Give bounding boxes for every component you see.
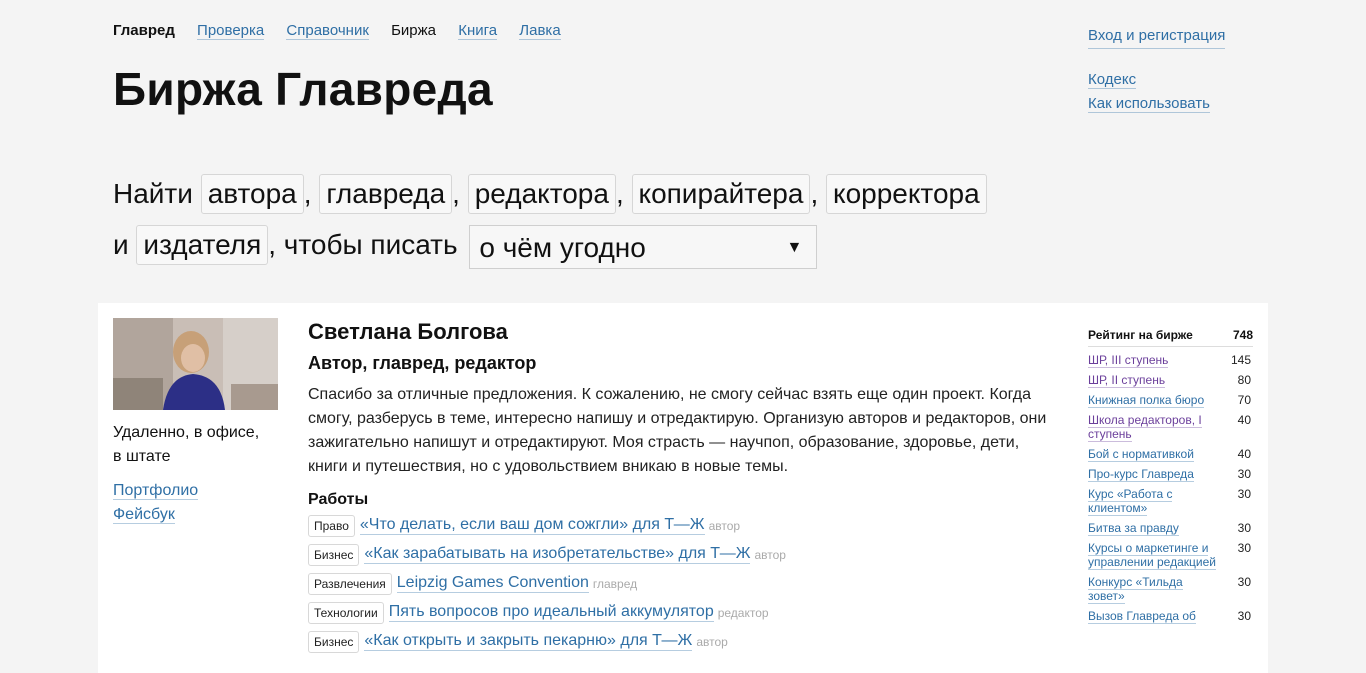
rating-item-value: 80 — [1237, 373, 1251, 387]
facebook-link[interactable]: Фейсбук — [113, 506, 175, 524]
avatar-photo — [113, 318, 278, 410]
rating-item-value: 30 — [1237, 521, 1251, 535]
work-link[interactable]: Leipzig Games Convention — [396, 574, 589, 593]
rating-item-label[interactable]: Школа редакторов, I ступень — [1088, 413, 1202, 442]
rating-item-label[interactable]: Про-курс Главреда — [1088, 467, 1194, 482]
rating-item: Курсы о маркетинге и управлении редакцие… — [1088, 541, 1253, 570]
rating-item: Конкурс «Тильда зовет» 30 — [1088, 575, 1253, 604]
rating-item-value: 30 — [1237, 541, 1251, 555]
role-chip-editor[interactable]: редактора — [467, 174, 616, 214]
role-chip-proofreader[interactable]: корректора — [826, 174, 987, 214]
rating-header: Рейтинг на бирже 748 — [1088, 327, 1253, 347]
nav-item-spravochnik[interactable]: Справочник — [286, 22, 369, 40]
top-nav: Главред Проверка Справочник Биржа Книга … — [113, 22, 579, 40]
rating-item-value: 40 — [1237, 413, 1251, 427]
rating-item-label[interactable]: Курс «Работа с клиентом» — [1088, 487, 1173, 516]
portfolio-link[interactable]: Портфолио — [113, 482, 199, 500]
topic-select[interactable]: о чём угодно ▼ — [469, 224, 818, 269]
role-chip-publisher[interactable]: издателя — [136, 225, 269, 265]
rating-item-value: 145 — [1230, 353, 1251, 367]
rating-item: Книжная полка бюро 70 — [1088, 393, 1253, 408]
role-chip-chief-editor[interactable]: главреда — [319, 174, 453, 214]
rating-item-label[interactable]: Книжная полка бюро — [1088, 393, 1205, 408]
rating-item: ШР, III ступень 145 — [1088, 353, 1253, 368]
finder-find-text: Найти — [113, 178, 193, 209]
finder-and-text: и — [113, 229, 129, 260]
search-finder: Найти автора, главреда, редактора, копир… — [113, 168, 1073, 270]
login-link[interactable]: Вход и регистрация — [1088, 24, 1226, 49]
work-item: Бизнес «Как зарабатывать на изобретатель… — [308, 540, 1053, 569]
nav-brand[interactable]: Главред — [113, 22, 175, 39]
work-link[interactable]: Пять вопросов про идеальный аккумулятор — [388, 603, 714, 622]
profile-card: Удаленно, в офисе, в штате Портфолио Фей… — [98, 303, 1268, 673]
rating-item-label[interactable]: ШР, III ступень — [1088, 353, 1169, 368]
finder-to-write-text: , чтобы писать — [268, 229, 458, 260]
work-format-line1: Удаленно, в офисе, — [113, 424, 260, 441]
work-link[interactable]: «Что делать, если ваш дом сожгли» для Т—… — [359, 516, 705, 535]
rating-item: ШР, II ступень 80 — [1088, 373, 1253, 388]
work-item: Бизнес «Как открыть и закрыть пекарню» д… — [308, 627, 1053, 656]
rating-item-value: 40 — [1237, 447, 1251, 461]
codex-link[interactable]: Кодекс — [1088, 71, 1137, 89]
rating-total: 748 — [1232, 328, 1253, 342]
work-role: автор — [754, 547, 786, 562]
rating-item: Бой с нормативкой 40 — [1088, 447, 1253, 462]
account-links: Вход и регистрация Кодекс Как использова… — [1088, 24, 1226, 116]
rating-item-value: 70 — [1237, 393, 1251, 407]
work-role: автор — [708, 518, 741, 533]
rating-item-label[interactable]: Курсы о маркетинге и управлении редакцие… — [1088, 541, 1216, 570]
work-tag[interactable]: Развлечения — [308, 572, 392, 595]
rating-item: Школа редакторов, I ступень 40 — [1088, 413, 1253, 442]
role-chip-author[interactable]: автора — [200, 174, 304, 214]
rating-item-label[interactable]: Конкурс «Тильда зовет» — [1088, 575, 1183, 604]
work-link[interactable]: «Как открыть и закрыть пекарню» для Т—Ж — [364, 632, 693, 651]
profile-main: Светлана Болгова Автор, главред, редакто… — [308, 318, 1053, 656]
rating-item-label[interactable]: Бой с нормативкой — [1088, 447, 1194, 462]
work-format-line2: в штате — [113, 448, 171, 465]
rating-item-value: 30 — [1237, 575, 1251, 589]
rating-item-value: 30 — [1237, 609, 1251, 623]
nav-item-proverka[interactable]: Проверка — [197, 22, 265, 40]
work-tag[interactable]: Бизнес — [308, 543, 360, 566]
profile-roles: Автор, главред, редактор — [308, 353, 537, 373]
work-role: главред — [592, 576, 638, 591]
profile-name: Светлана Болгова — [308, 319, 508, 344]
works-title: Работы — [308, 491, 369, 508]
role-chip-copywriter[interactable]: копирайтера — [631, 174, 811, 214]
rating-item: Битва за правду 30 — [1088, 521, 1253, 536]
work-tag[interactable]: Право — [308, 514, 355, 537]
rating-title: Рейтинг на бирже — [1088, 328, 1193, 342]
work-item: Развлечения Leipzig Games Convention гла… — [308, 569, 1053, 598]
rating-item: Курс «Работа с клиентом» 30 — [1088, 487, 1253, 516]
profile-meta: Удаленно, в офисе, в штате Портфолио Фей… — [113, 421, 259, 527]
nav-item-birzha-current: Биржа — [391, 22, 437, 39]
avatar[interactable] — [113, 318, 278, 410]
work-link[interactable]: «Как зарабатывать на изобретательстве» д… — [364, 545, 751, 564]
works-list: Право «Что делать, если ваш дом сожгли» … — [308, 511, 1053, 656]
rating-item-label[interactable]: Вызов Главреда об — [1088, 609, 1196, 624]
work-item: Право «Что делать, если ваш дом сожгли» … — [308, 511, 1053, 540]
rating-item: Про-курс Главреда 30 — [1088, 467, 1253, 482]
rating-item: Вызов Главреда об 30 — [1088, 609, 1253, 624]
profile-bio: Спасибо за отличные предложения. К сожал… — [308, 386, 1047, 475]
work-tag[interactable]: Технологии — [308, 601, 384, 624]
rating-item-label[interactable]: Битва за правду — [1088, 521, 1179, 536]
work-item: Технологии Пять вопросов про идеальный а… — [308, 598, 1053, 627]
rating-item-label[interactable]: ШР, II ступень — [1088, 373, 1166, 388]
page-title: Биржа Главреда — [113, 63, 493, 115]
topic-select-value: о чём угодно — [479, 231, 646, 263]
work-role: редактор — [717, 605, 769, 620]
how-to-use-link[interactable]: Как использовать — [1088, 95, 1210, 113]
work-role: автор — [696, 634, 728, 649]
dropdown-arrow-icon: ▼ — [786, 238, 803, 256]
rating-item-value: 30 — [1237, 487, 1251, 501]
rating-item-value: 30 — [1237, 467, 1251, 481]
work-tag[interactable]: Бизнес — [308, 630, 360, 653]
nav-item-kniga[interactable]: Книга — [458, 22, 498, 40]
nav-item-lavka[interactable]: Лавка — [519, 22, 561, 40]
rating-panel: Рейтинг на бирже 748 ШР, III ступень 145… — [1088, 327, 1253, 629]
